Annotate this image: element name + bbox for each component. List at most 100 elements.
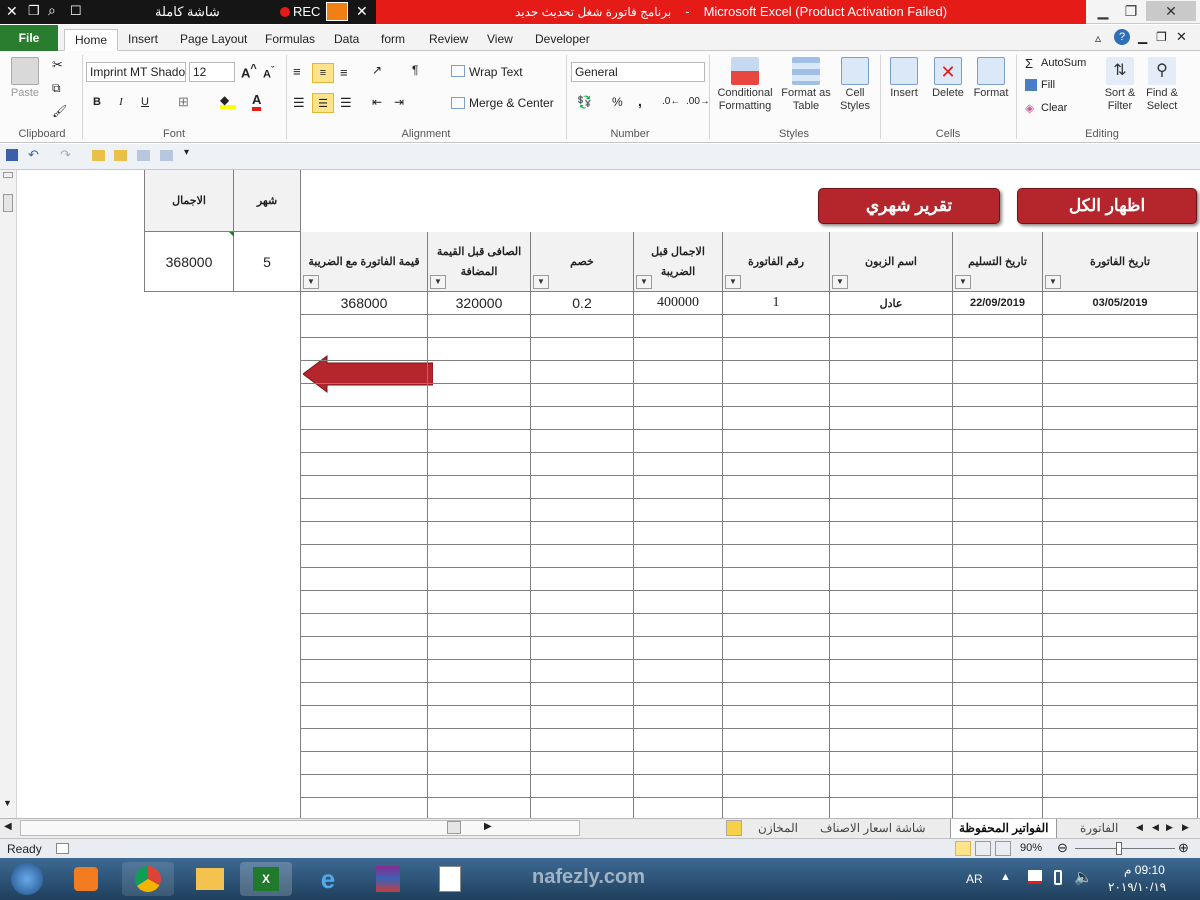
empty-cell[interactable] <box>830 683 953 706</box>
restore-icon[interactable]: ❐ <box>1118 1 1144 21</box>
decrease-indent-icon[interactable]: ⇤ <box>372 95 382 109</box>
empty-cell[interactable] <box>723 338 830 361</box>
empty-cell[interactable] <box>300 522 428 545</box>
empty-cell[interactable] <box>428 729 531 752</box>
empty-cell[interactable] <box>830 798 953 818</box>
empty-cell[interactable] <box>830 568 953 591</box>
empty-cell[interactable] <box>634 315 723 338</box>
borders-icon[interactable]: ⊞ <box>178 94 189 110</box>
scroll-thumb[interactable] <box>3 194 13 212</box>
shrink-font-icon[interactable]: Aˇ <box>263 65 274 81</box>
empty-cell[interactable] <box>428 407 531 430</box>
empty-cell[interactable] <box>723 591 830 614</box>
tab-developer[interactable]: Developer <box>525 29 600 51</box>
empty-cell[interactable] <box>428 545 531 568</box>
empty-cell[interactable] <box>531 545 634 568</box>
empty-cell[interactable] <box>1043 499 1198 522</box>
empty-cell[interactable] <box>830 499 953 522</box>
filter-dropdown-icon[interactable]: ▼ <box>955 275 971 289</box>
zoom-thumb[interactable] <box>1116 842 1122 855</box>
empty-cell[interactable] <box>953 430 1043 453</box>
delete-cells-button[interactable]: ✕ Delete <box>929 57 967 100</box>
empty-cell[interactable] <box>1043 752 1198 775</box>
rec-label[interactable]: REC <box>293 4 320 19</box>
empty-cell[interactable] <box>1043 683 1198 706</box>
empty-cell[interactable] <box>953 384 1043 407</box>
sheet-tab-stores[interactable]: المخازن <box>750 819 806 838</box>
empty-cell[interactable] <box>953 315 1043 338</box>
empty-cell[interactable] <box>300 775 428 798</box>
start-button[interactable] <box>4 862 50 896</box>
prev-sheet-icon[interactable]: ◀ <box>1152 822 1159 833</box>
filter-dropdown-icon[interactable]: ▼ <box>533 275 549 289</box>
filter-dropdown-icon[interactable]: ▼ <box>1045 275 1061 289</box>
fill-color-icon[interactable]: ◆ <box>220 93 236 109</box>
sort-filter-button[interactable]: ⇅ Sort & Filter <box>1102 57 1138 113</box>
macro-record-icon[interactable] <box>56 843 69 854</box>
table-cell[interactable]: 0.2 <box>531 292 634 315</box>
copy-icon[interactable]: ⧉ <box>52 81 61 96</box>
empty-cell[interactable] <box>830 315 953 338</box>
empty-cell[interactable] <box>723 545 830 568</box>
empty-cell[interactable] <box>830 338 953 361</box>
volume-icon[interactable]: 🔈 <box>1074 868 1093 886</box>
empty-cell[interactable] <box>428 522 531 545</box>
comma-button[interactable]: , <box>638 93 642 109</box>
empty-cell[interactable] <box>634 637 723 660</box>
empty-cell[interactable] <box>953 407 1043 430</box>
table-cell[interactable]: 1 <box>723 292 830 315</box>
cut-icon[interactable]: ✂ <box>52 57 63 73</box>
empty-cell[interactable] <box>531 407 634 430</box>
empty-cell[interactable] <box>1043 568 1198 591</box>
empty-cell[interactable] <box>723 384 830 407</box>
empty-cell[interactable] <box>634 430 723 453</box>
media-player-icon[interactable] <box>60 862 112 896</box>
empty-cell[interactable] <box>634 729 723 752</box>
orientation-icon[interactable]: ↗ <box>372 63 382 77</box>
empty-cell[interactable] <box>634 361 723 384</box>
empty-cell[interactable] <box>428 499 531 522</box>
empty-cell[interactable] <box>1043 315 1198 338</box>
table-cell[interactable]: 03/05/2019 <box>1043 292 1198 315</box>
empty-cell[interactable] <box>531 430 634 453</box>
format-painter-icon[interactable]: 🖌 <box>52 104 67 118</box>
explorer-icon[interactable] <box>184 862 236 896</box>
empty-cell[interactable] <box>634 591 723 614</box>
empty-cell[interactable] <box>634 384 723 407</box>
empty-cell[interactable] <box>953 522 1043 545</box>
table-cell[interactable]: عادل <box>830 292 953 315</box>
empty-cell[interactable] <box>1043 453 1198 476</box>
clock-time[interactable]: 09:10 م <box>1124 863 1165 877</box>
empty-cell[interactable] <box>1043 660 1198 683</box>
monthly-report-button[interactable]: تقرير شهري <box>818 188 1000 224</box>
empty-cell[interactable] <box>953 361 1043 384</box>
zoom-slider[interactable] <box>1075 848 1175 849</box>
calendar-app-icon[interactable] <box>424 862 476 896</box>
empty-cell[interactable] <box>300 545 428 568</box>
empty-cell[interactable] <box>1043 591 1198 614</box>
show-all-button[interactable]: اظهار الكل <box>1017 188 1197 224</box>
empty-cell[interactable] <box>300 614 428 637</box>
close-icon[interactable]: ✕ <box>6 3 18 20</box>
page-layout-view-icon[interactable] <box>975 841 991 856</box>
empty-cell[interactable] <box>1043 522 1198 545</box>
empty-cell[interactable] <box>1043 407 1198 430</box>
empty-cell[interactable] <box>531 706 634 729</box>
empty-cell[interactable] <box>723 729 830 752</box>
empty-cell[interactable] <box>634 545 723 568</box>
empty-cell[interactable] <box>723 752 830 775</box>
empty-cell[interactable] <box>953 545 1043 568</box>
table-cell[interactable]: 400000 <box>634 292 723 315</box>
month-input-cell[interactable]: 5 <box>234 232 301 292</box>
tab-page-layout[interactable]: Page Layout <box>170 29 257 51</box>
empty-cell[interactable] <box>1043 430 1198 453</box>
empty-cell[interactable] <box>830 775 953 798</box>
number-format-select[interactable]: General <box>571 62 705 82</box>
zoom-level[interactable]: 90% <box>1020 842 1042 854</box>
align-left-icon[interactable]: ☰ <box>293 95 305 111</box>
clear-button[interactable]: Clear <box>1041 102 1067 114</box>
empty-cell[interactable] <box>531 522 634 545</box>
zoom-out-icon[interactable]: ⊖ <box>1057 840 1068 856</box>
empty-cell[interactable] <box>428 591 531 614</box>
percent-button[interactable]: % <box>612 95 623 109</box>
